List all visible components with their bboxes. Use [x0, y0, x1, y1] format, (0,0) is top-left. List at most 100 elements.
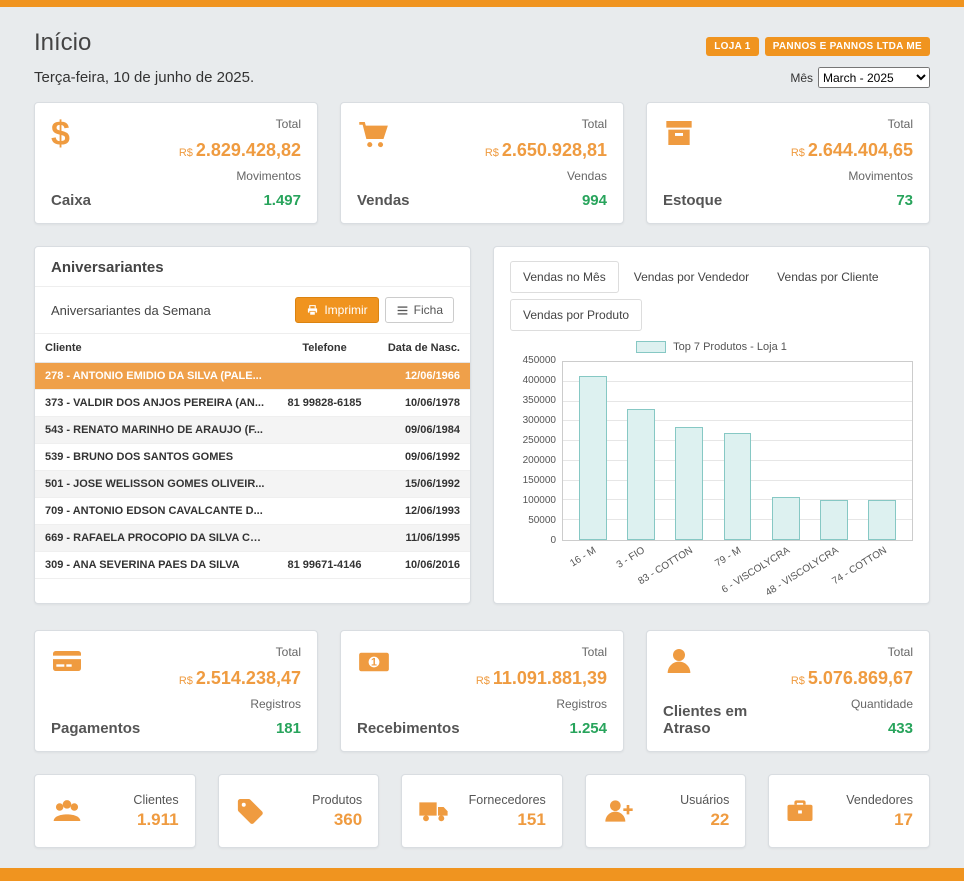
chart-plot-area	[562, 361, 913, 541]
counter-value: 1.911	[133, 810, 178, 830]
count-value: 73	[791, 192, 913, 209]
person-plus-icon	[602, 795, 634, 827]
table-row[interactable]: 543 - RENATO MARINHO DE ARAUJO (F...09/0…	[35, 417, 470, 444]
table-row[interactable]: 709 - ANTONIO EDSON CAVALCANTE D...12/06…	[35, 498, 470, 525]
counter-value: 17	[846, 810, 913, 830]
card-title: Caixa	[51, 192, 91, 209]
usuarios-counter: Usuários 22	[585, 774, 747, 848]
box-icon	[663, 117, 722, 149]
month-label: Mês	[790, 71, 813, 85]
vendas-card: Vendas Total R$2.650.928,81 Vendas 994	[340, 102, 624, 224]
birthdays-table: Cliente Telefone Data de Nasc. 278 - ANT…	[35, 334, 470, 579]
top-accent-bar	[0, 0, 964, 7]
print-button[interactable]: Imprimir	[295, 297, 378, 323]
legend-swatch	[636, 341, 666, 353]
x-axis-label: 79 - M	[713, 545, 743, 569]
store-badge: LOJA 1	[706, 37, 758, 56]
people-group-icon	[51, 795, 83, 827]
store-badges: LOJA 1 PANNOS E PANNOS LTDA ME	[706, 37, 930, 56]
ficha-button[interactable]: Ficha	[385, 297, 454, 323]
x-axis-label: 3 - FIO	[614, 545, 646, 571]
count-value: 433	[791, 720, 913, 737]
table-row[interactable]: 669 - RAFAELA PROCOPIO DA SILVA CA...11/…	[35, 525, 470, 552]
aniversariantes-panel: Aniversariantes Aniversariantes da Seman…	[34, 246, 471, 604]
card-title: Recebimentos	[357, 720, 460, 737]
banknote-icon: 1	[357, 645, 460, 679]
total-label: Total	[179, 645, 301, 659]
col-cliente: Cliente	[35, 334, 275, 363]
company-badge: PANNOS E PANNOS LTDA ME	[765, 37, 930, 56]
count-label: Quantidade	[791, 697, 913, 711]
count-value: 181	[179, 720, 301, 737]
svg-text:1: 1	[371, 657, 377, 669]
chart-bar	[810, 362, 858, 540]
x-axis-label: 16 - M	[568, 545, 598, 569]
table-row[interactable]: 501 - JOSE WELISSON GOMES OLIVEIR...15/0…	[35, 471, 470, 498]
card-title: Pagamentos	[51, 720, 140, 737]
date-row: Terça-feira, 10 de junho de 2025. Mês Ma…	[34, 67, 930, 88]
chart-bar	[569, 362, 617, 540]
person-icon	[663, 645, 791, 677]
counter-value: 151	[469, 810, 546, 830]
counter-label: Fornecedores	[469, 793, 546, 807]
tab-vendas-por-vendedor[interactable]: Vendas por Vendedor	[621, 261, 762, 293]
table-row[interactable]: 373 - VALDIR DOS ANJOS PEREIRA (AN...81 …	[35, 390, 470, 417]
card-title: Estoque	[663, 192, 722, 209]
count-label: Movimentos	[179, 169, 301, 183]
total-value: R$2.644.404,65	[791, 140, 913, 161]
chart-bar	[617, 362, 665, 540]
chart-y-axis: 0500001000001500002000002500003000003500…	[510, 361, 562, 541]
count-label: Vendas	[485, 169, 607, 183]
count-value: 1.254	[476, 720, 607, 737]
chart-x-labels: 16 - M3 - FIO83 - COTTON79 - M6 - VISCOL…	[562, 541, 913, 593]
count-label: Registros	[179, 697, 301, 711]
estoque-card: Estoque Total R$2.644.404,65 Movimentos …	[646, 102, 930, 224]
clientes-atraso-card: Clientes em Atraso Total R$5.076.869,67 …	[646, 630, 930, 752]
card-title: Clientes em Atraso	[663, 703, 791, 737]
table-row[interactable]: 278 - ANTONIO EMIDIO DA SILVA (PALE...12…	[35, 363, 470, 390]
table-row[interactable]: 539 - BRUNO DOS SANTOS GOMES09/06/1992	[35, 444, 470, 471]
current-date: Terça-feira, 10 de junho de 2025.	[34, 69, 254, 86]
month-select[interactable]: March - 2025	[818, 67, 930, 88]
total-value: R$5.076.869,67	[791, 668, 913, 689]
fornecedores-counter: Fornecedores 151	[401, 774, 563, 848]
total-value: R$2.514.238,47	[179, 668, 301, 689]
total-value: R$11.091.881,39	[476, 668, 607, 689]
counter-value: 360	[312, 810, 362, 830]
panel-subtitle: Aniversariantes da Semana	[51, 303, 211, 318]
counter-label: Clientes	[133, 793, 178, 807]
top-products-chart: Top 7 Produtos - Loja 1 0500001000001500…	[510, 341, 913, 593]
tab-vendas-por-produto[interactable]: Vendas por Produto	[510, 299, 642, 331]
count-label: Registros	[476, 697, 607, 711]
clientes-counter: Clientes 1.911	[34, 774, 196, 848]
panel-title: Aniversariantes	[35, 247, 470, 287]
page-title: Início	[34, 29, 91, 57]
card-title: Vendas	[357, 192, 410, 209]
legend-label: Top 7 Produtos - Loja 1	[673, 341, 787, 353]
tag-icon	[235, 796, 265, 826]
counter-label: Vendedores	[846, 793, 913, 807]
tab-vendas-no-mes[interactable]: Vendas no Mês	[510, 261, 619, 293]
bottom-accent-bar	[0, 868, 964, 881]
chart-bars	[563, 362, 912, 540]
table-row[interactable]: 309 - ANA SEVERINA PAES DA SILVA81 99671…	[35, 552, 470, 579]
chart-bar	[665, 362, 713, 540]
vendas-panel: Vendas no Mês Vendas por Vendedor Vendas…	[493, 246, 930, 604]
col-nascimento: Data de Nasc.	[374, 334, 470, 363]
total-label: Total	[791, 117, 913, 131]
chart-bar	[858, 362, 906, 540]
tab-vendas-por-cliente[interactable]: Vendas por Cliente	[764, 261, 891, 293]
total-value: R$2.650.928,81	[485, 140, 607, 161]
total-label: Total	[791, 645, 913, 659]
counter-value: 22	[680, 810, 729, 830]
counter-label: Produtos	[312, 793, 362, 807]
printer-icon	[306, 304, 319, 317]
produtos-counter: Produtos 360	[218, 774, 380, 848]
list-icon	[396, 304, 409, 317]
cart-icon	[357, 117, 410, 151]
vendedores-counter: Vendedores 17	[768, 774, 930, 848]
counter-label: Usuários	[680, 793, 729, 807]
count-value: 1.497	[179, 192, 301, 209]
total-label: Total	[476, 645, 607, 659]
count-label: Movimentos	[791, 169, 913, 183]
